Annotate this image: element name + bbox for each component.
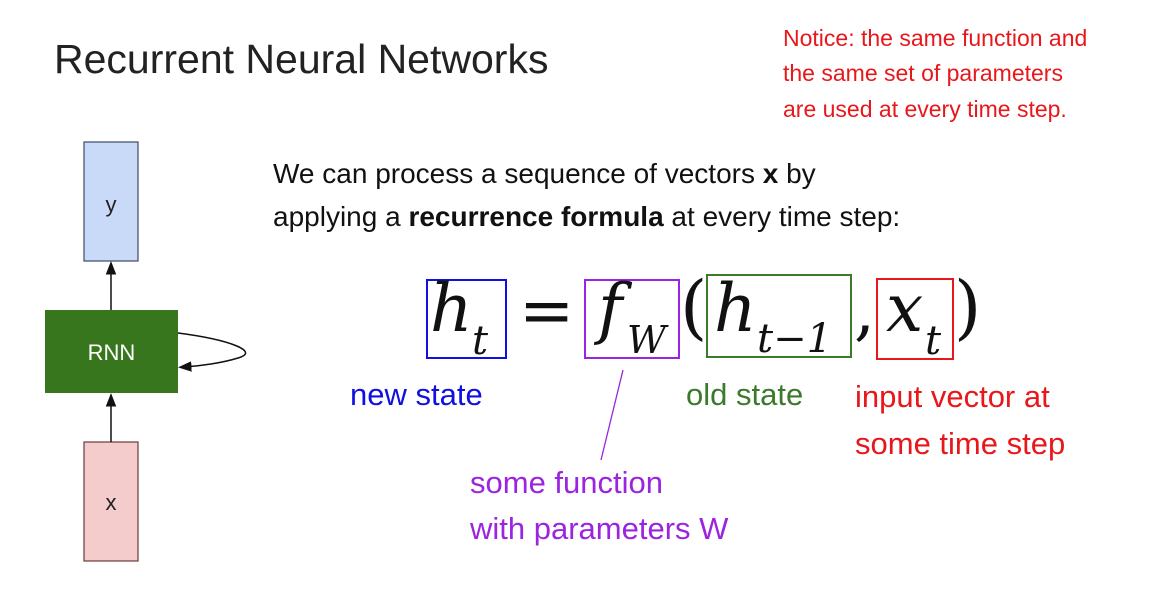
function-pointer bbox=[600, 369, 624, 461]
function-label-line-1: some function bbox=[470, 465, 663, 500]
function-label-line-2: with parameters W bbox=[470, 511, 729, 546]
